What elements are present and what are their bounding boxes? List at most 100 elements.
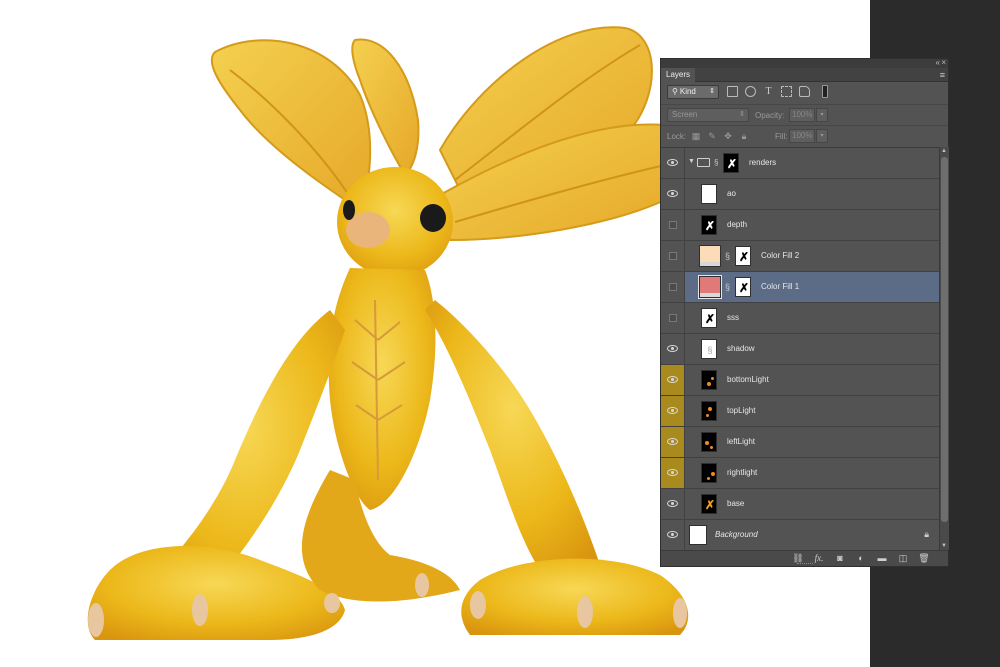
layer-row-color-fill-2[interactable]: § ✗ Color Fill 2 <box>661 241 939 272</box>
layer-row-ao[interactable]: ao <box>661 179 939 210</box>
add-mask-icon[interactable]: ◙ <box>834 553 846 564</box>
visibility-toggle[interactable] <box>661 427 685 457</box>
layer-thumbnail[interactable] <box>701 184 717 204</box>
visibility-toggle[interactable] <box>661 365 685 395</box>
visibility-toggle[interactable] <box>661 179 685 209</box>
folder-icon <box>697 158 710 167</box>
pixel-filter-icon[interactable] <box>727 86 738 97</box>
fx-icon[interactable]: fx. <box>813 553 825 564</box>
layer-name: base <box>727 499 745 508</box>
visibility-toggle[interactable] <box>661 334 685 364</box>
layer-row-background[interactable]: Background 🔒︎ <box>661 520 939 550</box>
filter-kind-label: Kind <box>679 87 696 96</box>
layers-list: ▼ § ✗ renders ao ✗ depth § ✗ Color Fill … <box>661 147 939 550</box>
visibility-toggle[interactable] <box>661 272 685 302</box>
layer-thumbnail[interactable] <box>701 463 717 483</box>
layer-name: topLight <box>727 406 756 415</box>
visibility-toggle[interactable] <box>661 489 685 519</box>
hidden-box-icon <box>669 252 677 260</box>
shape-filter-icon[interactable] <box>781 86 792 97</box>
layer-row-top-light[interactable]: topLight <box>661 396 939 427</box>
lock-row: Lock: ▦ ✎ ✥ 🔒︎ Fill: 100% ▾ <box>661 125 948 145</box>
visibility-toggle[interactable] <box>661 458 685 488</box>
layer-name: depth <box>727 220 748 229</box>
scroll-up-icon[interactable]: ▲ <box>941 148 947 154</box>
double-chevron-icon[interactable]: « <box>936 58 940 68</box>
layers-scrollbar[interactable]: ▲ ▼ <box>939 147 949 550</box>
layers-bottom-bar: ⛓︎ fx. ◙ ◐ ▬ ◫ 🗑︎ <box>661 550 948 566</box>
visibility-toggle[interactable] <box>661 148 685 178</box>
fill-color-thumbnail[interactable] <box>699 245 721 267</box>
layer-row-bottom-light[interactable]: bottomLight <box>661 365 939 396</box>
layer-mask-thumbnail[interactable]: ✗ <box>735 246 751 266</box>
tab-layers[interactable]: Layers <box>661 68 695 82</box>
lock-all-icon[interactable]: 🔒︎ <box>739 131 749 141</box>
layer-row-base[interactable]: ✗ base <box>661 489 939 520</box>
delete-icon[interactable]: 🗑︎ <box>918 553 930 564</box>
layer-name: sss <box>727 313 739 322</box>
fill-dropdown-button[interactable]: ▾ <box>816 129 828 143</box>
new-group-icon[interactable]: ▬ <box>876 553 888 564</box>
link-layers-icon[interactable]: ⛓︎ <box>792 553 804 564</box>
layer-thumbnail[interactable] <box>701 370 717 390</box>
lock-position-icon[interactable]: ✥ <box>723 131 733 141</box>
layer-row-sss[interactable]: ✗ sss <box>661 303 939 334</box>
layer-thumbnail[interactable]: ✗ <box>701 494 717 514</box>
link-icon: § <box>714 158 719 167</box>
adjustment-filter-icon[interactable] <box>745 86 756 97</box>
layer-name: rightlight <box>727 468 758 477</box>
layer-name: shadow <box>727 344 755 353</box>
visibility-toggle[interactable] <box>661 210 685 240</box>
eye-icon <box>667 500 678 507</box>
opacity-input[interactable]: 100% <box>789 108 815 122</box>
layer-thumbnail[interactable] <box>689 525 707 545</box>
layer-row-shadow[interactable]: § shadow <box>661 334 939 365</box>
layer-name: bottomLight <box>727 375 769 384</box>
visibility-toggle[interactable] <box>661 303 685 333</box>
blend-mode-select[interactable]: Screen ⇕ <box>667 108 749 122</box>
smart-object-filter-icon[interactable] <box>799 86 810 97</box>
visibility-toggle[interactable] <box>661 520 685 550</box>
layer-thumbnail[interactable] <box>701 432 717 452</box>
fill-color-thumbnail[interactable] <box>698 275 722 299</box>
select-arrows-icon: ⇕ <box>739 111 745 118</box>
layer-thumbnail[interactable] <box>701 401 717 421</box>
layer-row-left-light[interactable]: leftLight <box>661 427 939 458</box>
expand-arrow-icon[interactable]: ▼ <box>688 158 695 165</box>
visibility-toggle[interactable] <box>661 241 685 271</box>
eye-icon <box>667 438 678 445</box>
layer-mask-thumbnail[interactable]: ✗ <box>735 277 751 297</box>
layer-thumbnail[interactable]: ✗ <box>701 308 717 328</box>
panel-title-bar[interactable]: « × <box>661 58 948 68</box>
lock-image-icon[interactable]: ✎ <box>707 131 717 141</box>
hidden-box-icon <box>669 221 677 229</box>
hidden-box-icon <box>669 283 677 291</box>
panel-tab-bar: Layers ≡ <box>661 68 948 82</box>
lock-transparent-icon[interactable]: ▦ <box>691 131 701 141</box>
eye-icon <box>667 407 678 414</box>
new-layer-icon[interactable]: ◫ <box>897 553 909 564</box>
blend-mode-value: Screen <box>672 110 698 119</box>
type-filter-icon[interactable]: T <box>763 86 774 97</box>
layer-row-color-fill-1[interactable]: § ✗ Color Fill 1 <box>661 272 939 303</box>
blend-row: Screen ⇕ Opacity: 100% ▾ <box>661 104 948 124</box>
layer-row-renders[interactable]: ▼ § ✗ renders <box>661 148 939 179</box>
layer-row-right-light[interactable]: rightlight <box>661 458 939 489</box>
scrollbar-thumb[interactable] <box>941 157 948 522</box>
layer-thumbnail[interactable]: § <box>701 339 717 359</box>
opacity-dropdown-button[interactable]: ▾ <box>816 108 828 122</box>
filter-kind-select[interactable]: ⚲ Kind ⇕ <box>667 85 719 99</box>
filter-toggle-switch[interactable] <box>822 85 828 98</box>
fill-input[interactable]: 100% <box>789 129 815 143</box>
panel-menu-icon[interactable]: ≡ <box>940 69 945 81</box>
layer-row-depth[interactable]: ✗ depth <box>661 210 939 241</box>
lock-label: Lock: <box>667 132 687 141</box>
new-adjustment-icon[interactable]: ◐ <box>855 553 867 564</box>
layer-mask-thumbnail[interactable]: ✗ <box>723 153 739 173</box>
layer-name: Color Fill 2 <box>761 251 800 260</box>
visibility-toggle[interactable] <box>661 396 685 426</box>
layer-thumbnail[interactable]: ✗ <box>701 215 717 235</box>
layer-filter-row: ⚲ Kind ⇕ T <box>661 82 948 102</box>
close-icon[interactable]: × <box>941 58 946 68</box>
scroll-down-icon[interactable]: ▼ <box>941 543 947 549</box>
